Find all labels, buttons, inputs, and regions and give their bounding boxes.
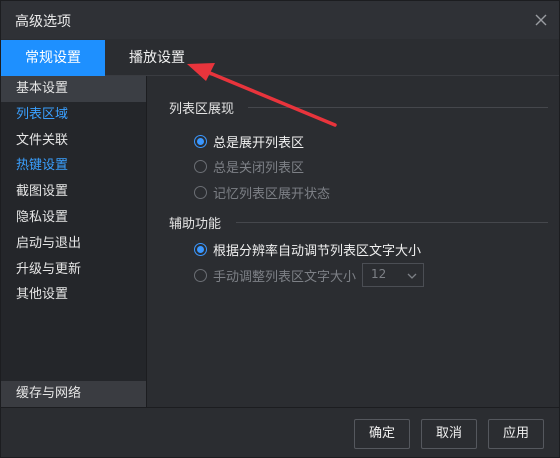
tab-bar: 常规设置 播放设置 <box>1 40 559 76</box>
radio-always-expand[interactable]: 总是展开列表区 <box>194 130 304 152</box>
radio-button[interactable] <box>194 268 207 282</box>
sidebar-item-upgrade[interactable]: 升级与更新 <box>1 257 146 283</box>
apply-button[interactable]: 应用 <box>488 419 544 449</box>
title-bar: 高级选项 <box>1 1 559 39</box>
radio-label: 手动调整列表区文字大小 <box>213 269 357 285</box>
window-title: 高级选项 <box>15 14 71 30</box>
radio-button[interactable] <box>194 159 207 173</box>
chevron-down-icon <box>407 270 417 280</box>
sidebar-item-cache-network[interactable]: 缓存与网络 <box>1 381 146 407</box>
radio-button[interactable] <box>194 242 207 256</box>
sidebar-item-other[interactable]: 其他设置 <box>1 282 146 308</box>
sidebar-item-file-association[interactable]: 文件关联 <box>1 128 146 154</box>
radio-always-close[interactable]: 总是关闭列表区 <box>194 155 304 177</box>
radio-label: 记忆列表区展开状态 <box>213 186 331 202</box>
radio-label: 总是展开列表区 <box>213 135 305 151</box>
sidebar-item-hotkeys[interactable]: 热键设置 <box>1 153 146 179</box>
advanced-options-dialog: 高级选项 常规设置 播放设置 基本设置 列表区域 文件关联 热键设置 截图设置 … <box>0 0 560 458</box>
radio-manual-font-size[interactable]: 手动调整列表区文字大小 <box>194 264 356 286</box>
assist-group-title: 辅助功能 <box>169 217 222 232</box>
sidebar-item-privacy[interactable]: 隐私设置 <box>1 205 146 231</box>
group-divider <box>248 107 548 108</box>
close-icon[interactable] <box>531 10 551 30</box>
radio-button[interactable] <box>194 185 207 199</box>
radio-remember-state[interactable]: 记忆列表区展开状态 <box>194 181 330 203</box>
ok-button[interactable]: 确定 <box>354 419 410 449</box>
list-display-group-title: 列表区展现 <box>169 102 235 117</box>
sidebar: 基本设置 列表区域 文件关联 热键设置 截图设置 隐私设置 启动与退出 升级与更… <box>1 76 147 407</box>
font-size-value: 12 <box>371 267 387 281</box>
tab-general-settings[interactable]: 常规设置 <box>1 40 105 76</box>
radio-label: 总是关闭列表区 <box>213 160 305 176</box>
tab-playback-settings[interactable]: 播放设置 <box>113 40 201 76</box>
group-divider <box>236 222 548 223</box>
cancel-button[interactable]: 取消 <box>421 419 477 449</box>
settings-panel: 列表区展现 总是展开列表区 总是关闭列表区 记忆列表区展开状态 辅助功能 根据分… <box>148 76 559 407</box>
sidebar-item-basic[interactable]: 基本设置 <box>1 76 146 102</box>
sidebar-item-list-area[interactable]: 列表区域 <box>1 102 146 128</box>
dialog-footer: 确定 取消 应用 <box>1 407 559 457</box>
font-size-select[interactable]: 12 <box>362 263 424 287</box>
radio-button[interactable] <box>194 134 207 148</box>
sidebar-item-startup-exit[interactable]: 启动与退出 <box>1 231 146 257</box>
sidebar-item-screenshot[interactable]: 截图设置 <box>1 179 146 205</box>
radio-label: 根据分辨率自动调节列表区文字大小 <box>213 243 422 259</box>
radio-auto-font-size[interactable]: 根据分辨率自动调节列表区文字大小 <box>194 238 421 260</box>
